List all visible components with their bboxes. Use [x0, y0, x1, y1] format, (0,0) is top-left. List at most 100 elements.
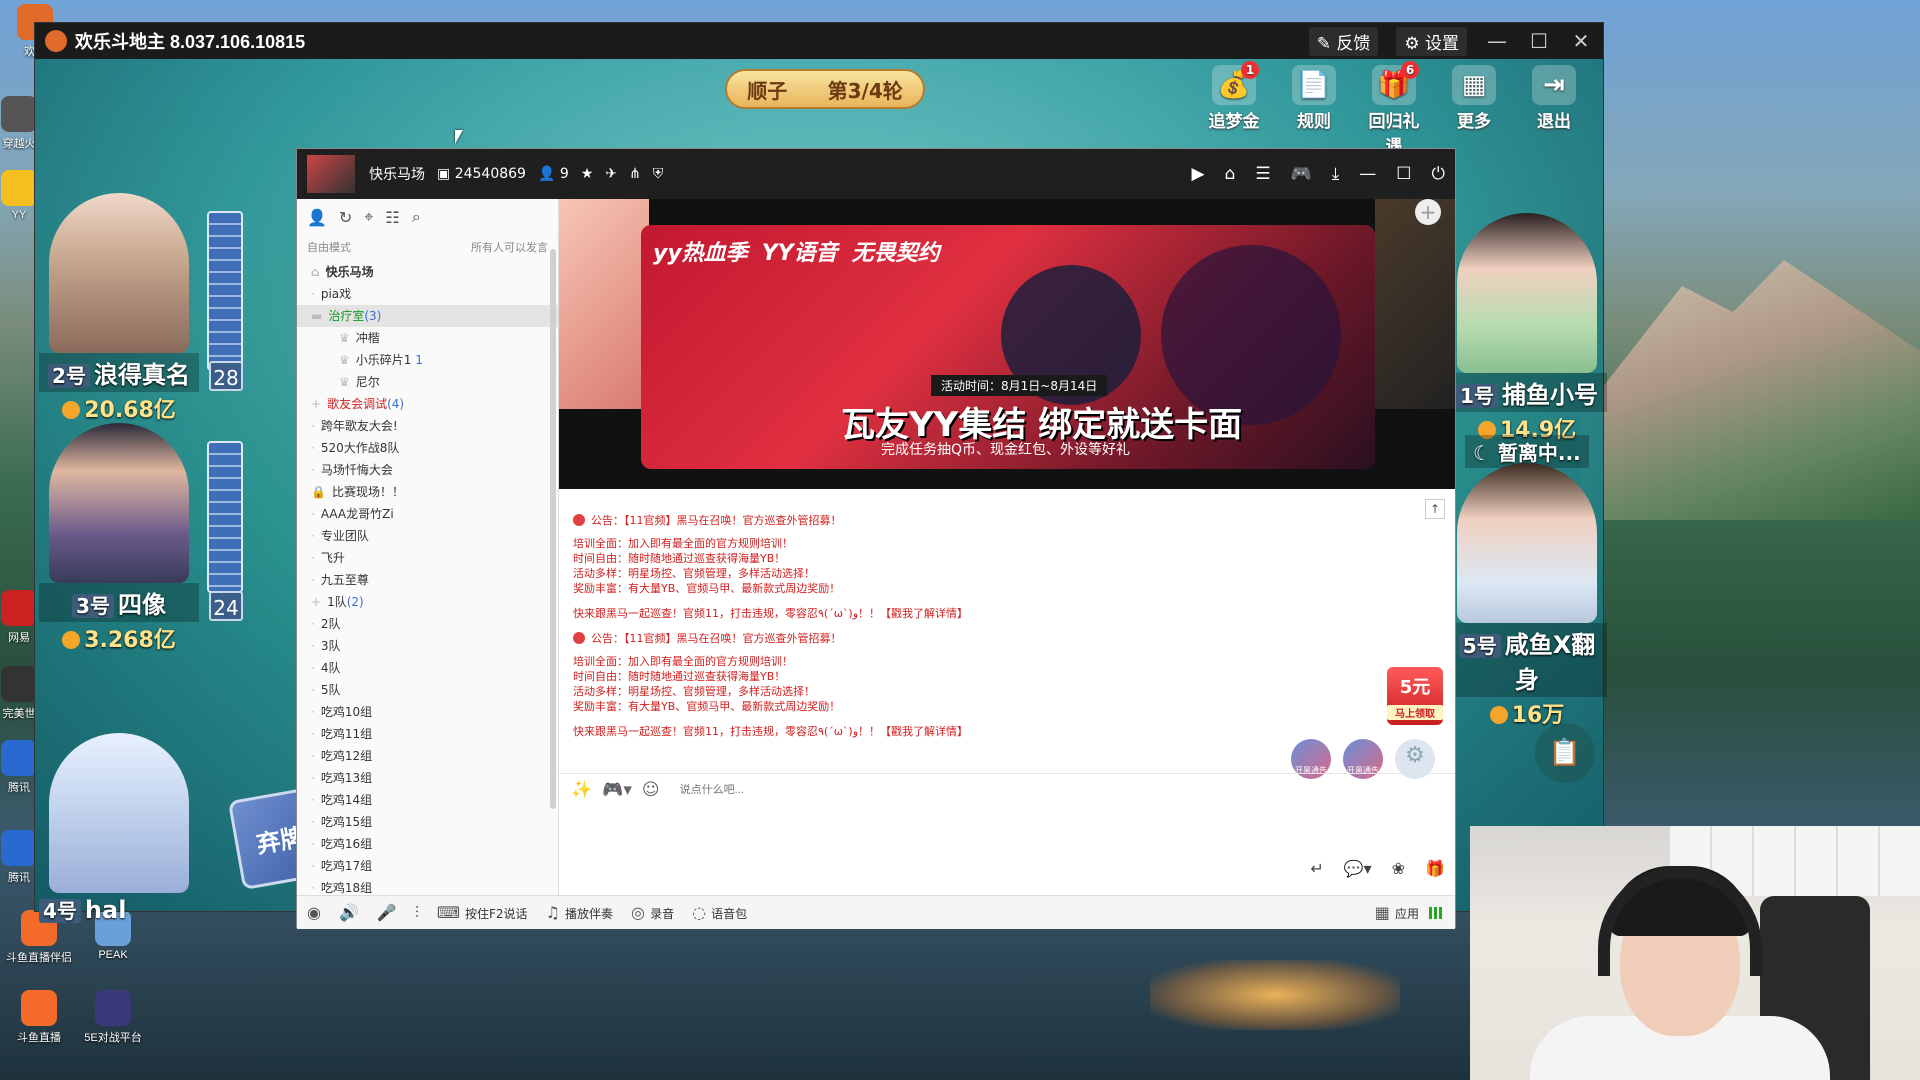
- yy-logo-icon[interactable]: ◉: [307, 903, 321, 922]
- member-item[interactable]: ♛ 尼尔: [311, 371, 558, 393]
- member-item[interactable]: ♛ 冲楷: [311, 327, 558, 349]
- favorite-star-icon[interactable]: ★: [581, 166, 594, 182]
- red-packet-button[interactable]: 5元 马上领取: [1387, 667, 1443, 725]
- list-icon[interactable]: ☷: [385, 208, 399, 227]
- tree-item[interactable]: · 3队: [311, 635, 558, 657]
- desktop-icon-douyu[interactable]: 斗鱼直播: [4, 990, 74, 1045]
- chat-link[interactable]: [573, 493, 1441, 503]
- tree-item[interactable]: · 跨年歌友大会!: [311, 415, 558, 437]
- tree-item[interactable]: +1队(2): [311, 591, 558, 613]
- chat-cta[interactable]: 快来跟黑马一起巡查！官频11，打击违规，零容忍٩(ˊωˋ)و！！【戳我了解详情】: [573, 724, 1441, 739]
- refresh-icon[interactable]: ↻: [339, 208, 352, 227]
- video-icon[interactable]: ▶: [1191, 164, 1204, 184]
- away-status: 暂离中...: [1497, 441, 1581, 465]
- share-icon[interactable]: ⋔: [629, 166, 641, 182]
- tree-item[interactable]: · 吃鸡17组: [311, 855, 558, 877]
- flower-icon[interactable]: ❀: [1392, 859, 1405, 878]
- maximize-icon[interactable]: ☐: [1527, 29, 1551, 53]
- smiley-icon[interactable]: ☺: [642, 780, 660, 800]
- mic-icon[interactable]: 🎤: [377, 903, 397, 922]
- megaphone-icon: [573, 514, 585, 526]
- player-avatar: [49, 423, 189, 583]
- record-button[interactable]: ◎ 录音: [631, 903, 674, 922]
- tree-item[interactable]: · 5队: [311, 679, 558, 701]
- tree-item[interactable]: · 专业团队: [311, 525, 558, 547]
- gamepad-icon[interactable]: 🎮▾: [602, 780, 632, 800]
- tree-item[interactable]: · 吃鸡18组: [311, 877, 558, 899]
- emoji-icon[interactable]: ✨: [571, 780, 592, 800]
- tree-item[interactable]: · 2队: [311, 613, 558, 635]
- tree-item[interactable]: · 飞升: [311, 547, 558, 569]
- chat-input[interactable]: [679, 783, 1080, 796]
- minimize-icon[interactable]: —: [1359, 164, 1376, 184]
- plus-icon[interactable]: +: [1415, 199, 1441, 225]
- plane-icon[interactable]: ✈: [605, 166, 617, 182]
- crown-icon: ♛: [339, 375, 350, 389]
- return-gift-button[interactable]: 🎁 6 回归礼遇: [1365, 61, 1423, 157]
- banner-period: 活动时间：8月1日~8月14日: [931, 375, 1108, 396]
- seat-number: 3号: [72, 594, 114, 618]
- tree-item-selected[interactable]: ▬ 治疗室(3): [297, 305, 558, 327]
- minimize-icon[interactable]: —: [1485, 29, 1509, 53]
- crown-icon: ♛: [339, 353, 350, 367]
- tree-item[interactable]: + 歌友会调试(4): [311, 393, 558, 415]
- layout-icon[interactable]: ☰: [1255, 164, 1270, 184]
- tree-item[interactable]: · 520大作战8队: [311, 437, 558, 459]
- search-icon[interactable]: ⌕: [412, 207, 421, 227]
- chat-notice-body: 培训全面：加入即有最全面的官方规则培训！ 时间自由：随时随地通过巡查获得海量YB…: [573, 537, 841, 595]
- tree-item[interactable]: · 4队: [311, 657, 558, 679]
- download-icon[interactable]: ⤓: [1332, 164, 1340, 184]
- feedback-button[interactable]: ✎ 反馈: [1308, 26, 1379, 56]
- tree-item[interactable]: · 吃鸡14组: [311, 789, 558, 811]
- desktop-icon-5e[interactable]: 5E对战平台: [78, 990, 148, 1045]
- tree-item[interactable]: · 吃鸡16组: [311, 833, 558, 855]
- f2-talk-button[interactable]: ⌨ 按住F2说话: [437, 903, 528, 922]
- settings-button[interactable]: ⚙ 设置: [1396, 26, 1467, 56]
- record-icon: ◎: [631, 903, 651, 922]
- record-icon[interactable]: 📋: [1535, 723, 1595, 783]
- tree-item[interactable]: 🔒 比赛现场！！: [311, 481, 558, 503]
- seat-number: 2号: [48, 364, 90, 388]
- tree-item[interactable]: · pia戏: [311, 283, 558, 305]
- user-icon[interactable]: 👤: [307, 208, 327, 227]
- maximize-icon[interactable]: ☐: [1396, 164, 1411, 184]
- gamepad-icon[interactable]: 🎮: [1291, 164, 1312, 184]
- keyboard-icon: ⌨: [436, 903, 466, 922]
- close-icon[interactable]: ✕: [1569, 29, 1593, 53]
- rules-button[interactable]: 📄 规则: [1285, 65, 1343, 157]
- banner-subline: 完成任务抽Q币、现金红包、外设等好礼: [881, 442, 1131, 458]
- exit-icon: ⇥: [1532, 65, 1576, 105]
- voice-pack-button[interactable]: ◌ 语音包: [692, 903, 747, 922]
- exit-button[interactable]: ⇥ 退出: [1525, 65, 1583, 157]
- tree-root[interactable]: ⌂ 快乐马场: [311, 261, 558, 283]
- more-button[interactable]: ▦ 更多: [1445, 65, 1503, 157]
- tree-item[interactable]: · 吃鸡13组: [311, 767, 558, 789]
- apps-button[interactable]: ▦ 应用: [1375, 903, 1419, 922]
- tree-item[interactable]: · 吃鸡15组: [311, 811, 558, 833]
- gift-icon[interactable]: 🎁: [1425, 859, 1445, 878]
- shield-icon[interactable]: ⛨: [653, 166, 664, 182]
- member-item[interactable]: ♛ 小乐碎片1 1: [311, 349, 558, 371]
- tree-item[interactable]: · AAA龙哥竹Zi: [311, 503, 558, 525]
- tree-item[interactable]: · 九五至尊: [311, 569, 558, 591]
- sidebar-toolbar: 👤 ↻ ⌖ ☷ ⌕: [297, 199, 558, 235]
- power-icon[interactable]: ⏻: [1432, 164, 1445, 184]
- speaker-icon[interactable]: 🔊: [339, 903, 359, 922]
- sidebar-scrollbar[interactable]: [550, 249, 556, 809]
- channel-avatar: [307, 155, 355, 193]
- promo-banner[interactable]: yy热血季 YY语音 无畏契约 活动时间：8月1日~8月14日 瓦友YY集结 绑…: [641, 225, 1375, 469]
- location-icon[interactable]: ⌖: [364, 207, 373, 227]
- chat-cta[interactable]: 快来跟黑马一起巡查！官频11，打击违规，零容忍٩(ˊωˋ)و！！【戳我了解详情】: [573, 606, 1441, 621]
- scroll-top-button[interactable]: ↑: [1425, 499, 1445, 519]
- tree-item[interactable]: · 马场忏悔大会: [311, 459, 558, 481]
- tree-item[interactable]: · 吃鸡12组: [311, 745, 558, 767]
- chat-bubble-icon[interactable]: 💬▾: [1344, 859, 1372, 878]
- accompany-button[interactable]: ♫ 播放伴奏: [546, 903, 613, 922]
- dream-gold-button[interactable]: 💰 1 追梦金: [1205, 61, 1263, 157]
- home-icon[interactable]: ⌂: [1225, 164, 1236, 184]
- equalizer-icon[interactable]: ⫶: [415, 903, 419, 923]
- tree-item[interactable]: · 吃鸡10组: [311, 701, 558, 723]
- notification-badge: 1: [1241, 61, 1259, 79]
- send-icon[interactable]: ↵: [1310, 859, 1323, 878]
- tree-item[interactable]: · 吃鸡11组: [311, 723, 558, 745]
